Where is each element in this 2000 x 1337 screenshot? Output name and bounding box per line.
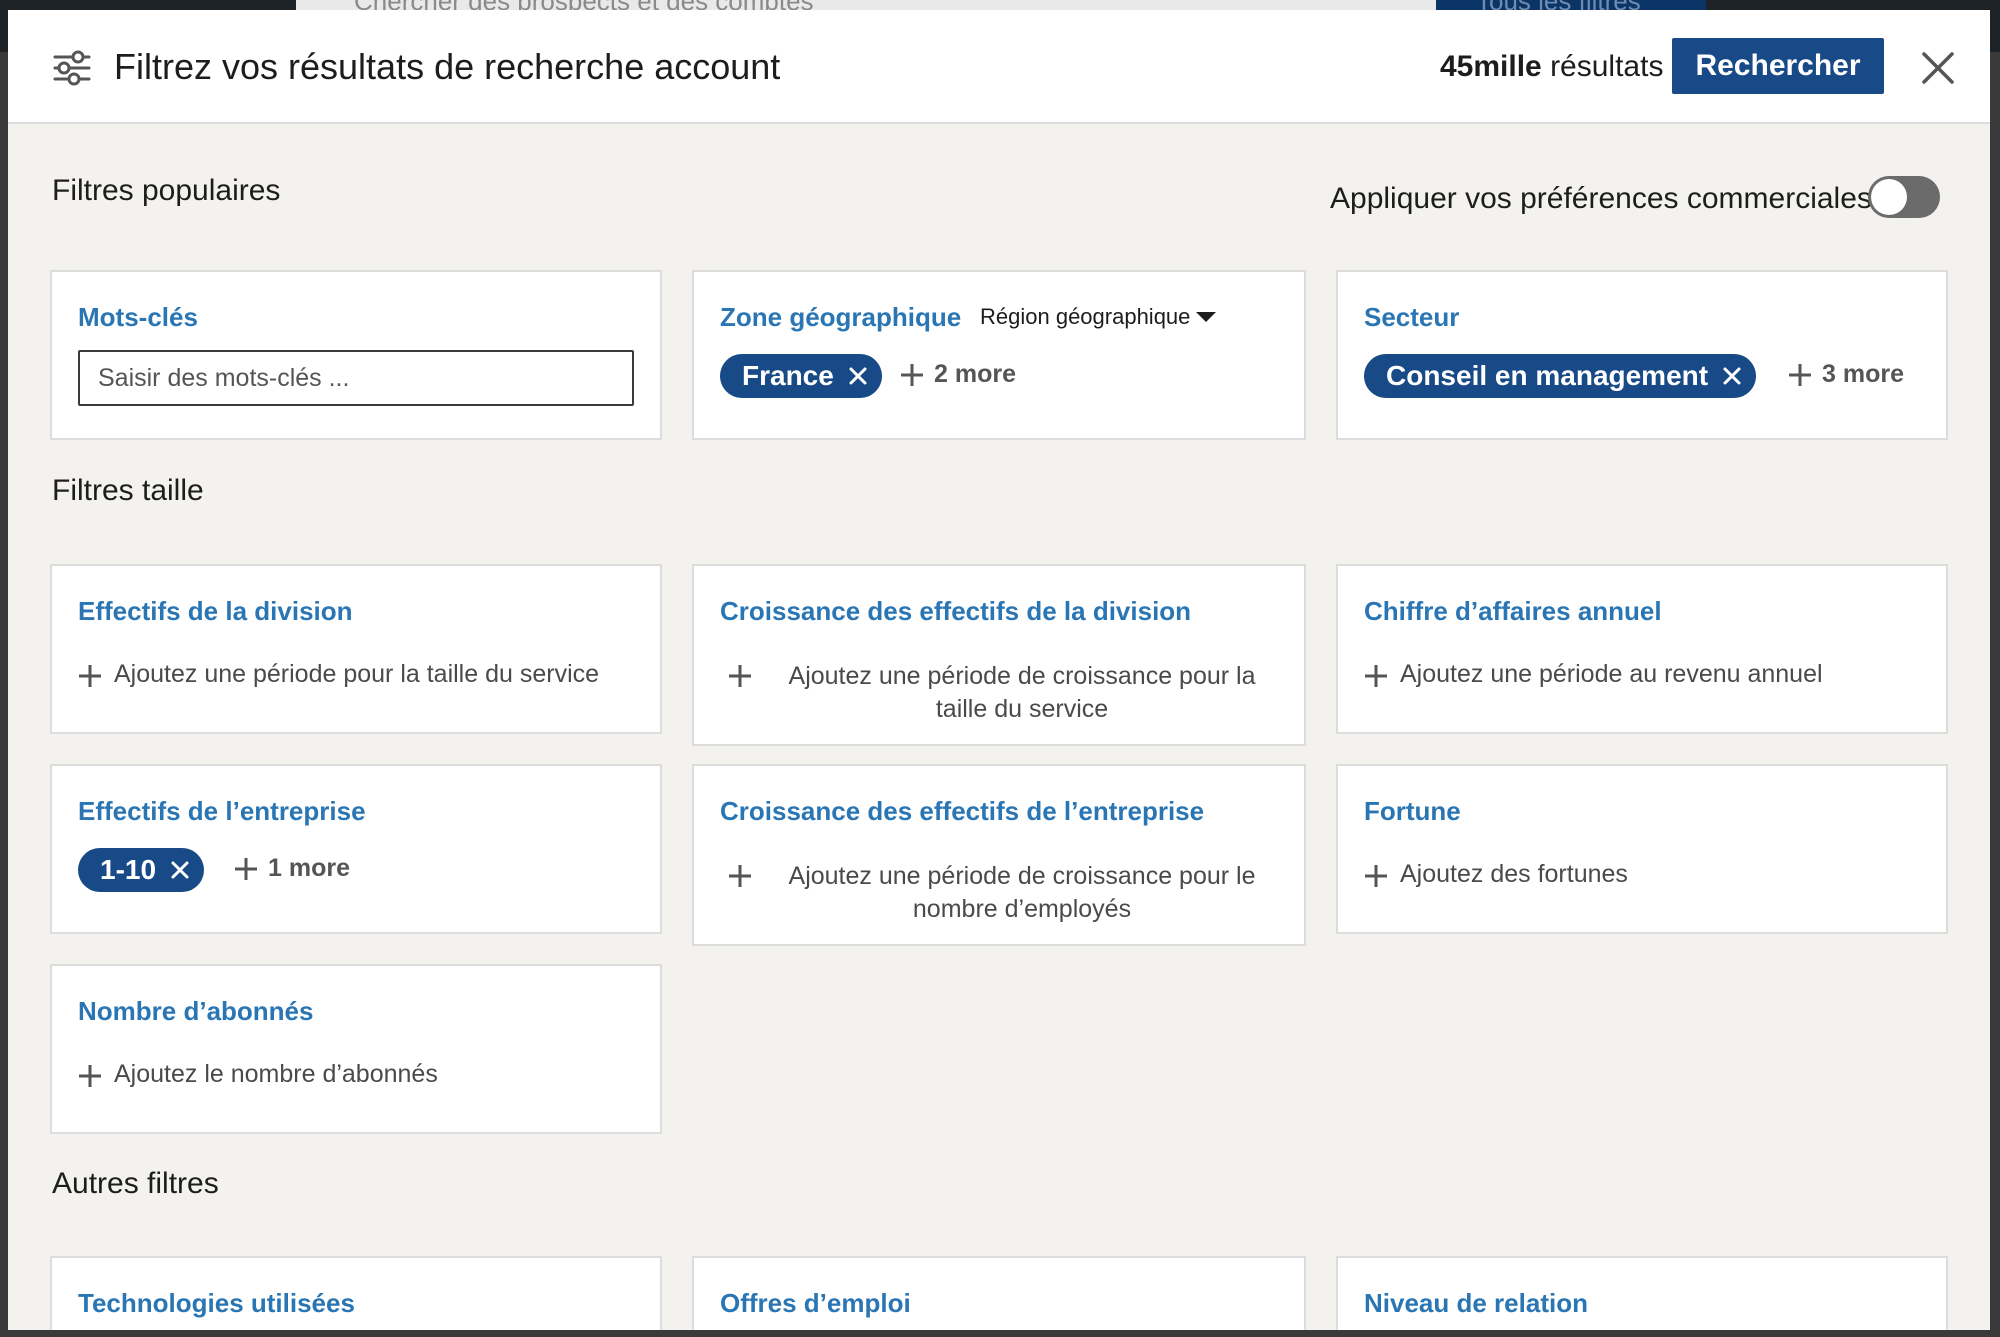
card-title: Croissance des effectifs de l’entreprise (720, 796, 1205, 826)
card-title: Mots-clés (78, 302, 198, 332)
plus-icon (901, 363, 923, 386)
add-fortune-link[interactable]: Ajoutez des fortunes (1364, 860, 1628, 889)
card-geography: Zone géographique Région géographique Fr… (692, 270, 1306, 440)
card-company-growth[interactable]: Croissance des effectifs de l’entreprise… (692, 764, 1306, 946)
section-title-popular: Filtres populaires (52, 174, 281, 207)
plus-icon (1365, 865, 1387, 887)
card-title: Croissance des effectifs de la division (720, 596, 1192, 626)
more-link[interactable]: 2 more (900, 360, 1016, 389)
add-followers-link[interactable]: Ajoutez le nombre d’abonnés (78, 1060, 438, 1089)
preferences-label: Appliquer vos préférences commerciales (1330, 182, 1872, 215)
filter-pill-france[interactable]: France (720, 354, 882, 398)
card-division-growth[interactable]: Croissance des effectifs de la division … (692, 564, 1306, 746)
filter-modal: Filtrez vos résultats de recherche accou… (8, 10, 1990, 1330)
more-link[interactable]: 1 more (234, 854, 350, 883)
card-company-headcount: Effectifs de l’entreprise 1-10 1 more (50, 764, 662, 934)
plus-icon (1365, 665, 1387, 687)
plus-icon (1789, 363, 1811, 386)
close-icon[interactable] (1916, 46, 1960, 90)
filter-pill-headcount[interactable]: 1-10 (78, 848, 205, 892)
add-range-link[interactable]: Ajoutez une période de croissance pour l… (720, 660, 1280, 726)
card-followers[interactable]: Nombre d’abonnés Ajoutez le nombre d’abo… (50, 964, 662, 1134)
section-title-size: Filtres taille (52, 474, 204, 507)
region-dropdown[interactable]: Région géographique (980, 304, 1217, 330)
toggle-knob (1871, 179, 1907, 215)
card-title: Technologies utilisées (78, 1288, 355, 1318)
card-job-offers[interactable]: Offres d’emploi (692, 1256, 1306, 1330)
card-title: Effectifs de l’entreprise (78, 796, 366, 826)
section-title-other: Autres filtres (52, 1167, 219, 1200)
card-technologies[interactable]: Technologies utilisées (50, 1256, 662, 1330)
card-fortune[interactable]: Fortune Ajoutez des fortunes (1336, 764, 1948, 934)
plus-icon (729, 865, 751, 887)
plus-icon (79, 1065, 101, 1087)
caret-down-icon (1196, 312, 1217, 322)
plus-icon (235, 857, 257, 880)
add-range-link[interactable]: Ajoutez une période pour la taille du se… (78, 660, 599, 689)
card-title: Secteur (1364, 302, 1460, 332)
filter-pill-sector[interactable]: Conseil en management (1364, 354, 1757, 398)
card-title: Effectifs de la division (78, 596, 353, 626)
add-range-link[interactable]: Ajoutez une période de croissance pour l… (720, 860, 1280, 926)
card-annual-revenue[interactable]: Chiffre d’affaires annuel Ajoutez une pé… (1336, 564, 1948, 734)
card-title: Chiffre d’affaires annuel (1364, 596, 1662, 626)
card-keywords: Mots-clés (50, 270, 662, 440)
card-title: Offres d’emploi (720, 1288, 911, 1318)
card-sector: Secteur Conseil en management 3 more (1336, 270, 1948, 440)
card-title: Niveau de relation (1364, 1288, 1588, 1318)
card-title: Zone géographique (720, 302, 962, 332)
search-button[interactable]: Rechercher (1672, 38, 1884, 94)
plus-icon (79, 665, 101, 687)
sliders-icon (53, 50, 91, 86)
add-range-link[interactable]: Ajoutez une période au revenu annuel (1364, 660, 1823, 689)
card-division-headcount[interactable]: Effectifs de la division Ajoutez une pér… (50, 564, 662, 734)
x-icon[interactable] (848, 366, 868, 386)
results-count: 45mille résultats (1440, 50, 1664, 83)
card-relation-level[interactable]: Niveau de relation (1336, 1256, 1948, 1330)
x-icon[interactable] (170, 860, 190, 880)
more-link[interactable]: 3 more (1788, 360, 1904, 389)
plus-icon (729, 665, 751, 687)
preferences-toggle[interactable] (1868, 176, 1940, 218)
x-icon[interactable] (1722, 366, 1742, 386)
keywords-input[interactable] (78, 350, 634, 406)
modal-header: Filtrez vos résultats de recherche accou… (8, 10, 1990, 124)
modal-title: Filtrez vos résultats de recherche accou… (114, 46, 781, 87)
card-title: Nombre d’abonnés (78, 996, 314, 1026)
card-title: Fortune (1364, 796, 1461, 826)
